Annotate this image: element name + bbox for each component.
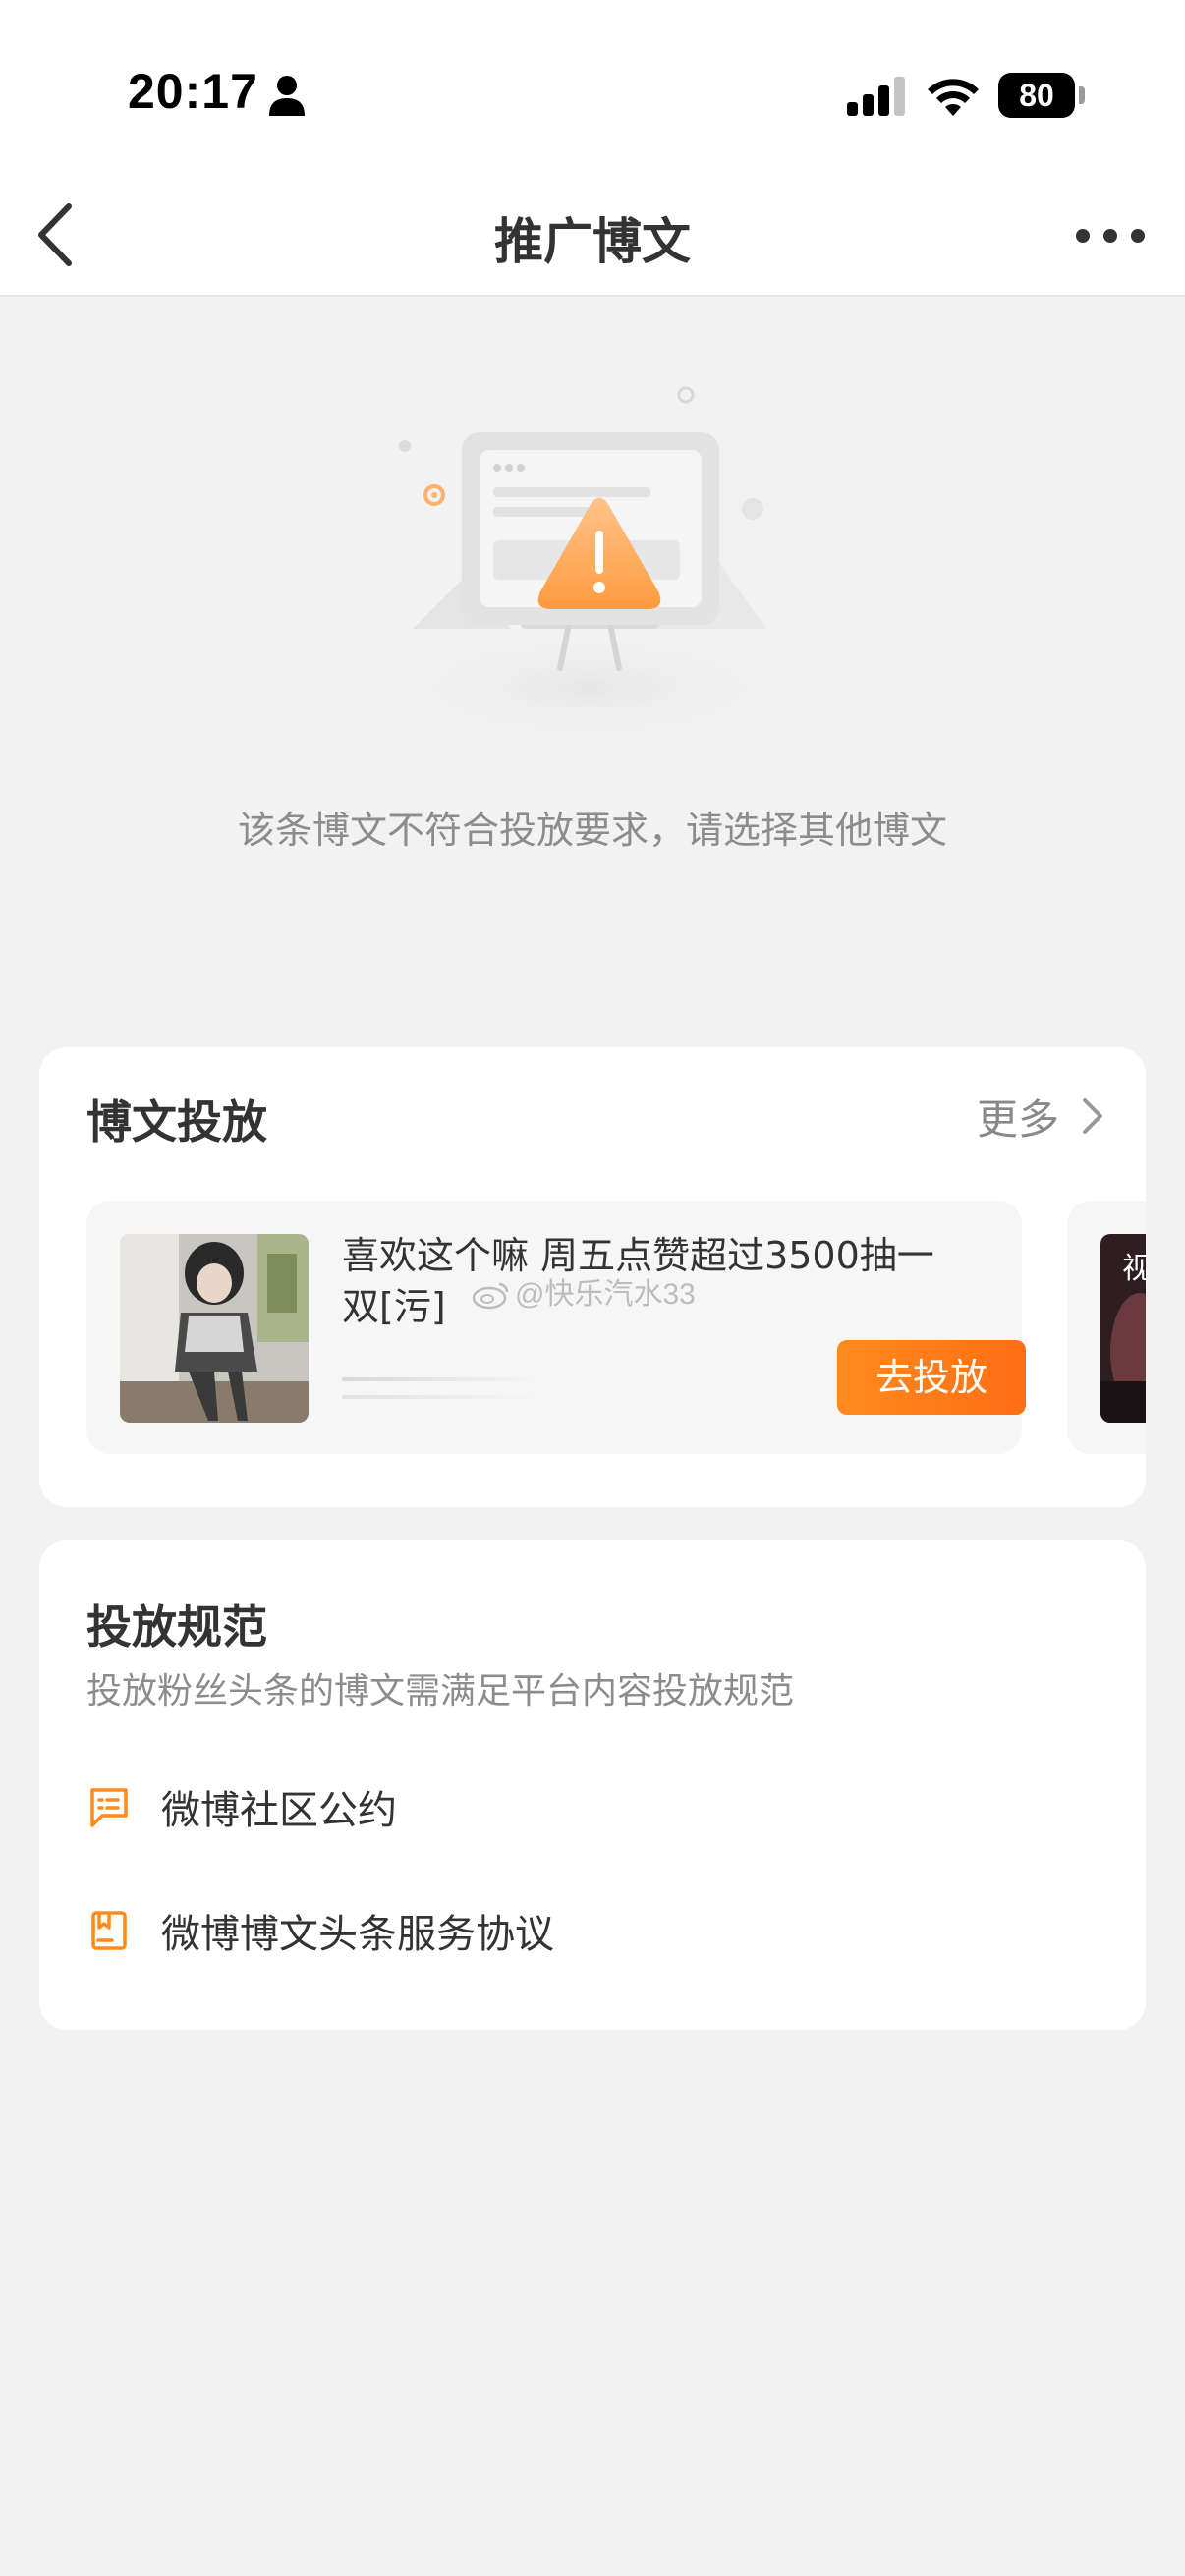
service-agreement-link[interactable]: 微博博文头条服务协议: [86, 1900, 554, 1961]
thumbnail-label: 视: [1122, 1252, 1146, 1286]
battery-tip: [1079, 86, 1085, 104]
cellular-signal-icon: [847, 77, 905, 116]
section-title-post-promotion: 博文投放: [86, 1095, 267, 1148]
warning-illustration-icon: [364, 386, 816, 747]
more-link[interactable]: 更多: [977, 1087, 1106, 1146]
empty-state-message: 该条博文不符合投放要求，请选择其他博文: [237, 809, 947, 852]
wifi-icon: [928, 79, 979, 116]
chevron-right-icon: [1083, 1098, 1102, 1134]
battery-level: 80: [998, 73, 1075, 118]
post-list-item-next[interactable]: 视: [1067, 1201, 1146, 1454]
watermark: @快乐汽水33: [472, 1269, 696, 1313]
battery-icon: 80: [998, 73, 1085, 118]
page-title: 推广博文: [494, 213, 691, 270]
post-loading-placeholder: [342, 1377, 538, 1409]
post-thumbnail-image: [120, 1234, 309, 1423]
rule-link-label: 微博社区公约: [161, 1788, 397, 1833]
more-options-icon[interactable]: [1071, 216, 1150, 255]
placeholder-line: [342, 1395, 538, 1399]
section-title-promotion-rules: 投放规范: [86, 1600, 267, 1653]
more-label: 更多: [976, 1094, 1059, 1144]
person-icon: [269, 76, 305, 116]
community-convention-link[interactable]: 微博社区公约: [86, 1776, 397, 1837]
status-time: 20:17: [128, 64, 258, 119]
placeholder-line: [342, 1377, 538, 1381]
promote-button[interactable]: 去投放: [837, 1340, 1026, 1415]
message-square-icon: [90, 1788, 128, 1827]
watermark-text: @快乐汽水33: [515, 1278, 696, 1311]
rules-subtitle: 投放粉丝头条的博文需满足平台内容投放规范: [86, 1671, 795, 1711]
status-bar: 20:17 80: [0, 0, 1185, 177]
post-list-item[interactable]: 喜欢这个嘛 周五点赞超过3500抽一双[污] 去投放: [86, 1201, 1026, 1454]
rule-link-label: 微博博文头条服务协议: [161, 1912, 554, 1957]
weibo-logo-icon: [472, 1282, 509, 1310]
bookmark-book-icon: [91, 1911, 127, 1950]
navigation-bar: 推广博文: [0, 177, 1185, 297]
promotion-rules-card: 投放规范 投放粉丝头条的博文需满足平台内容投放规范 微博社区公约 微博博文头条服…: [39, 1540, 1146, 2030]
